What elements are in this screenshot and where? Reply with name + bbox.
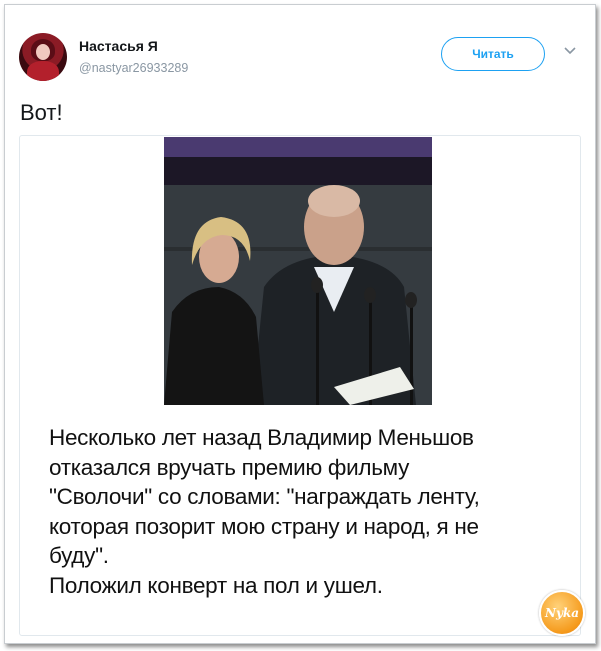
photo-illustration [164,137,432,405]
caption-line: Несколько лет назад Владимир Меньшов [49,425,474,450]
caption-line: Положил конверт на пол и ушел. [49,572,383,598]
caption-line: которая позорит мою страну и народ, я не [49,513,479,539]
follow-button[interactable]: Читать [441,37,545,71]
avatar-body [27,61,59,81]
tweet-text: Вот! [20,100,63,125]
caption-line: "Сволочи" со словами: "награждать ленту, [49,484,480,509]
watermark-logo: Nyka [539,590,585,636]
avatar-face [36,44,50,60]
photo-caption: Несколько лет назад Владимир Меньшов отк… [49,423,569,600]
author-name[interactable]: Настасья Я [79,38,158,54]
tweet-photo[interactable] [164,137,432,405]
caption-line: буду". [49,543,109,568]
chevron-down-icon[interactable] [562,44,578,58]
author-handle[interactable]: @nastyar26933289 [79,61,188,75]
avatar[interactable] [19,33,67,81]
caption-line: отказался вручать премию фильму [49,454,410,480]
